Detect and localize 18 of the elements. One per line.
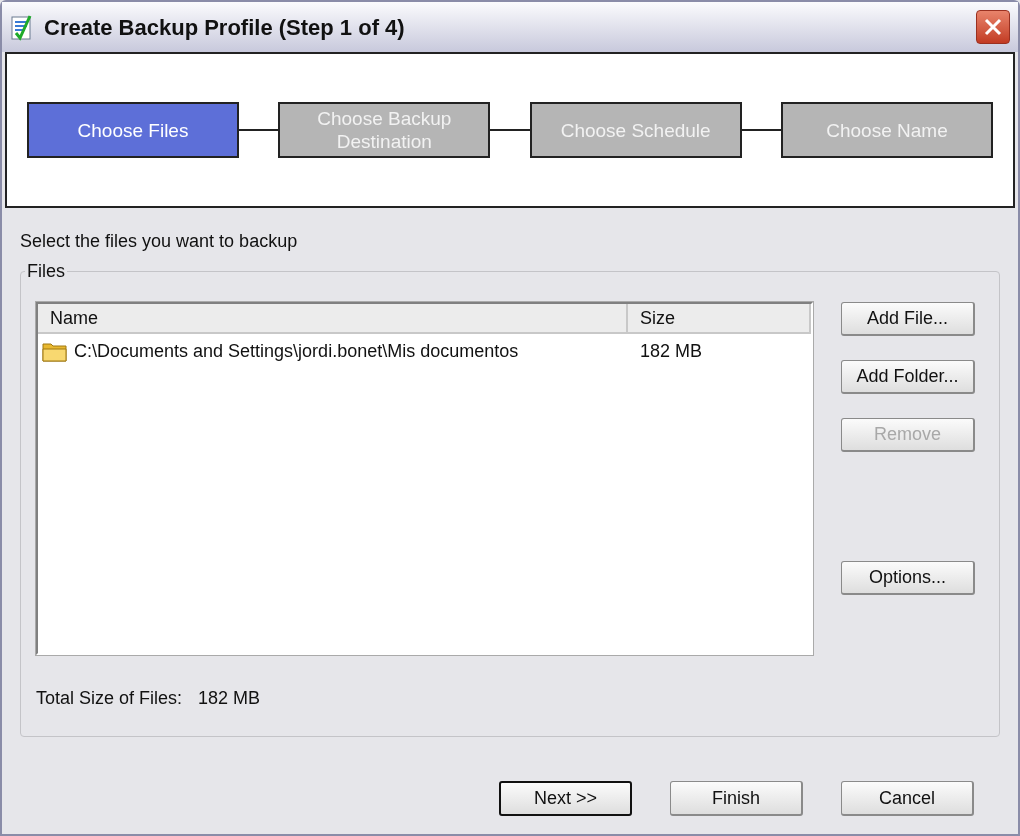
- side-button[interactable]: Add Folder...: [841, 360, 975, 394]
- file-size: 182 MB: [639, 339, 703, 363]
- footer-button[interactable]: Cancel: [841, 781, 974, 816]
- instruction-text: Select the files you want to backup: [20, 230, 299, 253]
- close-button[interactable]: [976, 10, 1010, 44]
- column-header[interactable]: Size: [628, 304, 811, 334]
- file-path[interactable]: C:\Documents and Settings\jordi.bonet\Mis documentos: [74, 337, 519, 365]
- total-size-label: Total Size of Files:: [36, 687, 183, 710]
- footer-button[interactable]: Finish: [670, 781, 803, 816]
- close-icon: [983, 17, 1003, 37]
- folder-icon: [42, 340, 68, 362]
- footer-button[interactable]: Next >>: [499, 781, 632, 816]
- wizard-step[interactable]: Choose Files: [27, 102, 239, 158]
- window-title: Create Backup Profile (Step 1 of 4): [44, 13, 405, 42]
- side-button[interactable]: Add File...: [841, 302, 975, 336]
- column-header[interactable]: Name: [38, 304, 628, 334]
- side-button[interactable]: Options...: [841, 561, 975, 595]
- total-size-value: 182 MB: [198, 687, 261, 710]
